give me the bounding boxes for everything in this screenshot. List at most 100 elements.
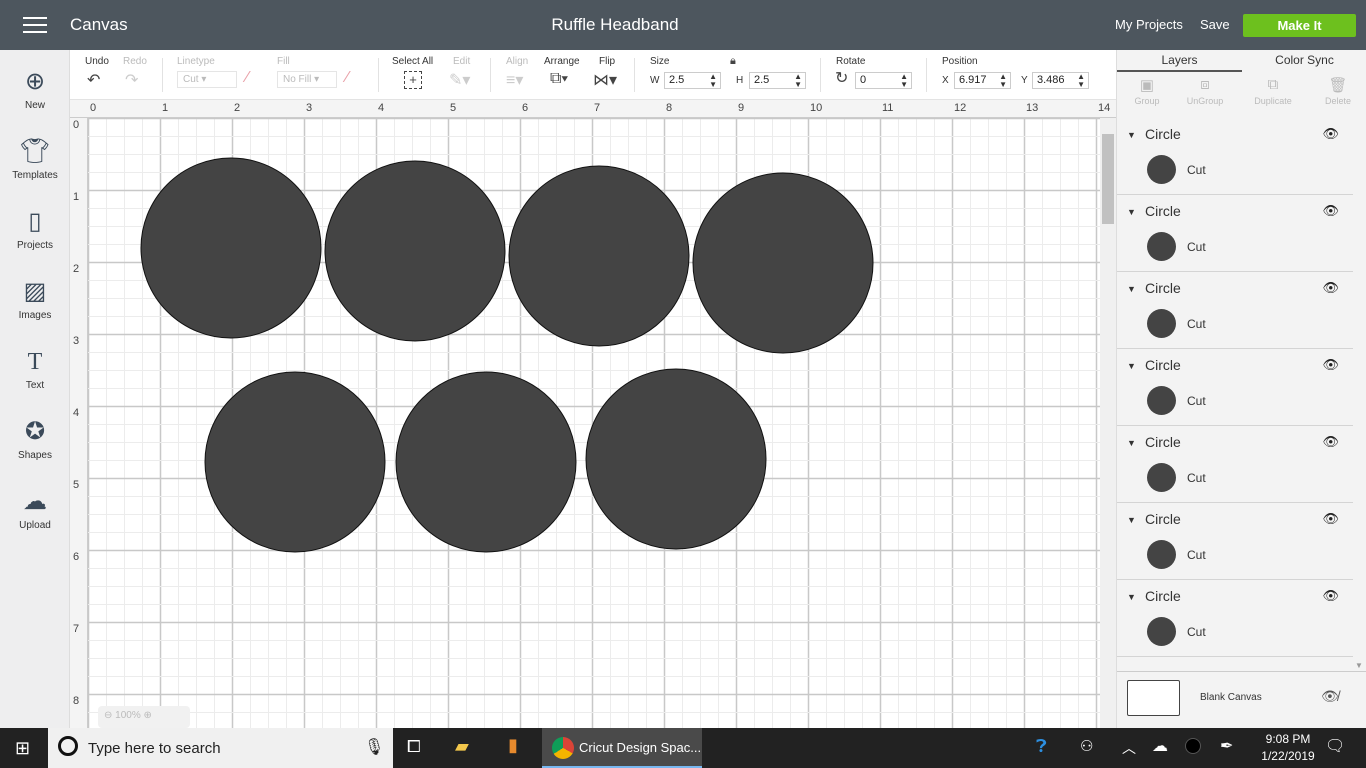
circle-shape[interactable] — [324, 160, 506, 342]
pen-icon[interactable]: ✒ — [1220, 736, 1233, 756]
delete-label: Delete — [1324, 96, 1351, 106]
eye-icon[interactable]: 👁︎ — [1322, 280, 1339, 296]
my-projects-link[interactable]: My Projects — [1115, 17, 1183, 32]
microphone-icon[interactable]: 🎙︎ — [364, 737, 384, 757]
sidebar-item-new[interactable]: ⊕ New — [0, 68, 70, 111]
select-all-icon[interactable]: + — [404, 71, 422, 89]
fill-select[interactable]: No Fill ▾ — [277, 71, 337, 88]
ruler-tick-label: 8 — [666, 102, 673, 114]
help-icon[interactable]: ❓︎ — [1036, 736, 1047, 757]
circle-shape[interactable] — [585, 368, 767, 550]
layer-item[interactable]: ▼ Circle 👁︎ Cut — [1117, 272, 1353, 349]
sidebar-item-images[interactable]: ▨ Images — [0, 278, 70, 321]
layer-item[interactable]: ▼ Circle 👁︎ Cut — [1117, 118, 1353, 195]
canvas-color-swatch[interactable] — [1127, 680, 1180, 716]
flip-icon[interactable]: ⋈▾ — [593, 70, 617, 90]
canvas-scrollbar[interactable] — [1100, 118, 1116, 728]
layer-item[interactable]: ▼ Circle 👁︎ Cut — [1117, 503, 1353, 580]
horizontal-ruler: 0 1 2 3 4 5 6 7 8 9 10 11 12 13 14 — [70, 100, 1116, 118]
caret-down-icon[interactable]: ▼ — [1127, 284, 1136, 294]
redo-icon[interactable]: ↷ — [125, 70, 138, 90]
clock[interactable]: 9:08 PM 1/22/2019 — [1258, 732, 1318, 763]
task-view-icon[interactable]: ⧠ — [407, 737, 421, 757]
sidebar-item-text[interactable]: T Text — [0, 348, 70, 391]
windows-start-icon[interactable]: ⊞ — [15, 738, 30, 759]
caret-down-icon[interactable]: ▼ — [1127, 361, 1136, 371]
eye-hidden-icon[interactable]: 👁︎̸ — [1321, 688, 1339, 705]
taskbar-search[interactable]: Type here to search 🎙︎ — [48, 728, 393, 768]
circle-shape[interactable] — [204, 371, 386, 553]
height-input[interactable]: 2.5 ▲ ▼ — [749, 72, 806, 89]
width-input[interactable]: 2.5 ▲ ▼ — [664, 72, 721, 89]
stepper-icon[interactable]: ▲ ▼ — [999, 73, 1007, 89]
make-it-button[interactable]: Make It — [1243, 14, 1356, 37]
people-icon[interactable]: ⚇ — [1080, 737, 1093, 755]
align-icon[interactable]: ≡▾ — [506, 70, 523, 90]
eye-icon[interactable]: 👁︎ — [1322, 357, 1339, 373]
tab-color-sync[interactable]: Color Sync — [1242, 50, 1366, 72]
onedrive-icon[interactable]: ☁ — [1152, 736, 1168, 756]
redo-label: Redo — [123, 56, 147, 67]
eye-icon[interactable]: 👁︎ — [1322, 588, 1339, 604]
ruler-tick-label: 11 — [882, 102, 894, 114]
layer-name: Circle — [1145, 434, 1181, 450]
caret-down-icon[interactable]: ▼ — [1127, 130, 1136, 140]
linetype-color-swatch[interactable]: ⁄ — [246, 69, 249, 87]
circle-shape[interactable] — [508, 165, 690, 347]
design-canvas[interactable] — [88, 118, 1100, 728]
edit-icon[interactable]: ✎▾ — [449, 70, 470, 90]
eye-icon[interactable]: 👁︎ — [1322, 511, 1339, 527]
circle-shape[interactable] — [395, 371, 577, 553]
circle-shape[interactable] — [692, 172, 874, 354]
duplicate-button[interactable]: ⧉ Duplicate — [1243, 76, 1303, 106]
rotate-input[interactable]: 0 ▲ ▼ — [855, 72, 912, 89]
panel-scrollbar[interactable]: ▼ — [1353, 118, 1366, 670]
ungroup-button[interactable]: ⧈ UnGroup — [1175, 76, 1235, 106]
group-button[interactable]: ▣ Group — [1117, 76, 1177, 106]
sidebar-item-upload[interactable]: ☁ Upload — [0, 488, 70, 531]
tab-layers[interactable]: Layers — [1117, 50, 1242, 72]
stepper-icon[interactable]: ▲ ▼ — [900, 73, 908, 89]
linetype-select[interactable]: Cut ▾ — [177, 71, 237, 88]
save-button[interactable]: Save — [1200, 17, 1230, 32]
blank-canvas-layer[interactable]: Blank Canvas 👁︎̸ — [1117, 671, 1366, 723]
action-center-icon[interactable]: 🗨︎ — [1325, 736, 1345, 756]
circle-shape[interactable] — [140, 157, 322, 339]
chevron-up-icon[interactable]: ︿ — [1122, 738, 1136, 758]
layer-item[interactable]: ▼ Circle 👁︎ Cut — [1117, 426, 1353, 503]
taskbar-app-chrome[interactable]: Cricut Design Spac... — [542, 728, 702, 768]
eye-icon[interactable]: 👁︎ — [1322, 203, 1339, 219]
search-placeholder: Type here to search — [88, 740, 221, 757]
caret-down-icon[interactable]: ▼ — [1127, 207, 1136, 217]
layer-thumbnail — [1147, 309, 1176, 338]
zoom-control[interactable]: ⊖ 100% ⊕ — [98, 706, 190, 728]
layer-item[interactable]: ▼ Circle 👁︎ Cut — [1117, 349, 1353, 426]
scroll-down-icon[interactable]: ▼ — [1355, 661, 1363, 670]
eye-icon[interactable]: 👁︎ — [1322, 434, 1339, 450]
file-explorer-icon[interactable]: ▰ — [455, 736, 469, 757]
x-input[interactable]: 6.917 ▲ ▼ — [954, 72, 1011, 89]
stepper-icon[interactable]: ▲ ▼ — [1077, 73, 1085, 89]
ruler-tick-label: 7 — [73, 623, 80, 635]
y-input[interactable]: 3.486 ▲ ▼ — [1032, 72, 1089, 89]
scrollbar-thumb[interactable] — [1102, 134, 1114, 224]
app-icon[interactable]: ▮ — [508, 735, 518, 756]
layer-item[interactable]: ▼ Circle 👁︎ Cut — [1117, 195, 1353, 272]
caret-down-icon[interactable]: ▼ — [1127, 592, 1136, 602]
ruler-tick-label: 0 — [73, 119, 80, 131]
layer-item[interactable]: ▼ Circle 👁︎ Cut — [1117, 580, 1353, 657]
delete-button[interactable]: 🗑︎ Delete — [1308, 76, 1366, 106]
lock-icon[interactable]: 🔒︎ — [730, 55, 736, 68]
sidebar-item-templates[interactable]: 👕︎ Templates — [0, 138, 70, 181]
sidebar-item-projects[interactable]: ▯ Projects — [0, 208, 70, 251]
undo-icon[interactable]: ↶ — [87, 70, 100, 90]
tray-app-icon[interactable] — [1185, 738, 1201, 754]
fill-color-swatch[interactable]: ⁄ — [346, 69, 349, 87]
eye-icon[interactable]: 👁︎ — [1322, 126, 1339, 142]
stepper-icon[interactable]: ▲ ▼ — [709, 73, 717, 89]
caret-down-icon[interactable]: ▼ — [1127, 515, 1136, 525]
sidebar-item-shapes[interactable]: ✪ Shapes — [0, 418, 70, 461]
stepper-icon[interactable]: ▲ ▼ — [794, 73, 802, 89]
caret-down-icon[interactable]: ▼ — [1127, 438, 1136, 448]
arrange-icon[interactable]: ⧉▾ — [550, 70, 568, 88]
